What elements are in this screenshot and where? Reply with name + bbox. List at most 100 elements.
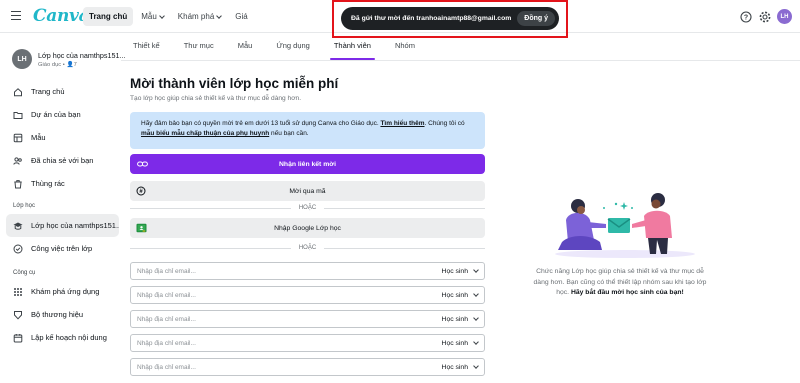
- sidebar-item-templates[interactable]: Mẫu: [6, 126, 119, 149]
- tab-members[interactable]: Thành viên: [322, 41, 383, 60]
- sidebar-item-planner[interactable]: Lập kế hoạch nội dung: [6, 326, 119, 349]
- role-select[interactable]: Học sinh: [442, 267, 484, 275]
- tab-templates[interactable]: Mẫu: [226, 41, 265, 60]
- top-icons: ? LH: [739, 9, 792, 24]
- email-input[interactable]: [131, 287, 442, 303]
- chevron-down-icon: [216, 12, 223, 19]
- sidebar-item-label: Công việc trên lớp: [31, 244, 93, 253]
- menu-icon[interactable]: [11, 11, 21, 21]
- info-text: nếu bạn cần.: [269, 130, 309, 137]
- calendar-icon: [13, 333, 23, 343]
- chevron-down-icon: [473, 363, 479, 369]
- shared-icon: [13, 156, 23, 166]
- google-classroom-icon: [136, 223, 147, 235]
- illustration-cta: Hãy bắt đầu mời học sinh của bạn!: [570, 289, 684, 296]
- chevron-down-icon: [158, 12, 165, 19]
- learn-more-link[interactable]: Tìm hiểu thêm: [380, 120, 424, 127]
- sidebar-item-label: Trang chủ: [31, 87, 65, 96]
- sidebar-tools-list: Khám phá ứng dụng Bộ thương hiệu Lập kế …: [6, 280, 119, 349]
- info-text: . Chúng tôi có: [424, 120, 465, 127]
- email-row: Học sinh: [130, 334, 485, 352]
- nav-pricing[interactable]: Giá: [229, 7, 253, 26]
- trash-icon: [13, 179, 23, 189]
- tab-groups[interactable]: Nhóm: [383, 41, 427, 60]
- role-select[interactable]: Học sinh: [441, 363, 484, 371]
- sidebar-item-label: Thùng rác: [31, 179, 65, 188]
- sidebar: LH Lớp học của namthps151... Giáo dục • …: [0, 33, 125, 383]
- illustration-caption: Chức năng Lớp học giúp chia sẻ thiết kế …: [528, 267, 712, 299]
- email-input[interactable]: [131, 335, 442, 351]
- email-row: Học sinh: [130, 358, 485, 376]
- or-divider: HOẶC: [130, 244, 485, 252]
- tab-designs[interactable]: Thiết kế: [121, 41, 172, 60]
- templates-icon: [13, 133, 23, 143]
- team-avatar: LH: [12, 49, 32, 69]
- toast-ok-button[interactable]: Đồng ý: [517, 11, 555, 26]
- toast-message: Đã gửi thư mời đến tranhoainamtp88@gmail…: [351, 15, 512, 22]
- email-input[interactable]: [131, 263, 442, 279]
- top-bar: Canva Trang chủ Mẫu Khám phá Giá Đã gửi …: [0, 0, 800, 38]
- settings-icon[interactable]: [758, 10, 771, 23]
- sidebar-item-label: Lập kế hoạch nội dung: [31, 333, 107, 342]
- import-google-classroom-label: Nhập Google Lớp học: [274, 224, 341, 232]
- sidebar-item-trash[interactable]: Thùng rác: [6, 172, 119, 195]
- team-switcher[interactable]: LH Lớp học của namthps151... Giáo dục • …: [12, 49, 125, 69]
- home-icon: [13, 87, 23, 97]
- chevron-down-icon: [473, 267, 479, 273]
- sidebar-item-label: Khám phá ứng dụng: [31, 287, 100, 296]
- email-input[interactable]: [131, 359, 442, 375]
- role-label: Học sinh: [441, 363, 468, 371]
- tabs-divider: [121, 60, 800, 61]
- user-avatar[interactable]: LH: [777, 9, 792, 24]
- role-select[interactable]: Học sinh: [441, 291, 484, 299]
- consent-form-link[interactable]: mẫu biểu mẫu chấp thuận của phụ huynh: [141, 130, 269, 137]
- sidebar-item-apps[interactable]: Khám phá ứng dụng: [6, 280, 119, 303]
- sidebar-item-class[interactable]: Lớp học của namthps151...: [6, 214, 119, 237]
- role-select[interactable]: Học sinh: [441, 339, 484, 347]
- sidebar-item-home[interactable]: Trang chủ: [6, 80, 119, 103]
- nav-home-label: Trang chủ: [89, 12, 128, 21]
- content-tabs: Thiết kế Thư mục Mẫu Ứng dụng Thành viên…: [121, 33, 427, 60]
- tab-apps[interactable]: Ứng dụng: [264, 41, 322, 60]
- or-label: HOẶC: [298, 205, 317, 211]
- help-icon[interactable]: ?: [739, 10, 752, 23]
- top-nav: Trang chủ Mẫu Khám phá Giá: [83, 7, 254, 26]
- nav-discover[interactable]: Khám phá: [172, 7, 227, 26]
- sidebar-item-label: Đã chia sẻ với bạn: [31, 156, 94, 165]
- email-input[interactable]: [131, 311, 442, 327]
- team-meta: Giáo dục • 👤7: [38, 61, 77, 68]
- role-label: Học sinh: [441, 291, 468, 299]
- sidebar-item-shared[interactable]: Đã chia sẻ với bạn: [6, 149, 119, 172]
- sidebar-item-assignments[interactable]: Công việc trên lớp: [6, 237, 119, 260]
- invite-sent-toast: Đã gửi thư mời đến tranhoainamtp88@gmail…: [341, 7, 559, 30]
- chevron-down-icon: [473, 315, 479, 321]
- invite-by-code-button[interactable]: # Mời qua mã: [130, 181, 485, 201]
- sidebar-item-brand[interactable]: Bộ thương hiệu: [6, 303, 119, 326]
- sidebar-item-label: Lớp học của namthps151...: [31, 221, 119, 230]
- page-title: Mời thành viên lớp học miễn phí: [130, 76, 339, 91]
- assignment-icon: [13, 244, 23, 254]
- invite-by-code-label: Mời qua mã: [289, 187, 326, 195]
- role-label: Học sinh: [441, 315, 468, 323]
- section-heading-tools: Công cụ: [13, 270, 36, 276]
- sidebar-main-list: Trang chủ Dự án của bạn Mẫu Đã chia sẻ v…: [6, 80, 119, 195]
- team-name: Lớp học của namthps151...: [38, 50, 126, 60]
- tab-folders[interactable]: Thư mục: [172, 41, 226, 60]
- page-subtitle: Tạo lớp học giúp chia sẻ thiết kế và thư…: [130, 95, 302, 102]
- import-google-classroom-button[interactable]: Nhập Google Lớp học: [130, 218, 485, 238]
- nav-templates[interactable]: Mẫu: [135, 7, 170, 26]
- role-label: Học sinh: [441, 339, 468, 347]
- section-heading-class: Lớp học: [13, 203, 35, 209]
- role-select[interactable]: Học sinh: [441, 315, 484, 323]
- info-text: Hãy đảm bảo bạn có quyền mời trẻ em dưới…: [141, 120, 381, 127]
- get-invite-link-button[interactable]: Nhận liên kết mời: [130, 154, 485, 174]
- code-icon: #: [136, 186, 146, 198]
- classroom-illustration: [540, 180, 700, 260]
- link-icon: [137, 159, 148, 171]
- sidebar-item-projects[interactable]: Dự án của bạn: [6, 103, 119, 126]
- sidebar-item-label: Mẫu: [31, 133, 46, 142]
- nav-home[interactable]: Trang chủ: [83, 7, 134, 26]
- or-label: HOẶC: [298, 245, 317, 251]
- canva-logo[interactable]: Canva: [33, 6, 90, 26]
- svg-text:?: ?: [743, 14, 747, 21]
